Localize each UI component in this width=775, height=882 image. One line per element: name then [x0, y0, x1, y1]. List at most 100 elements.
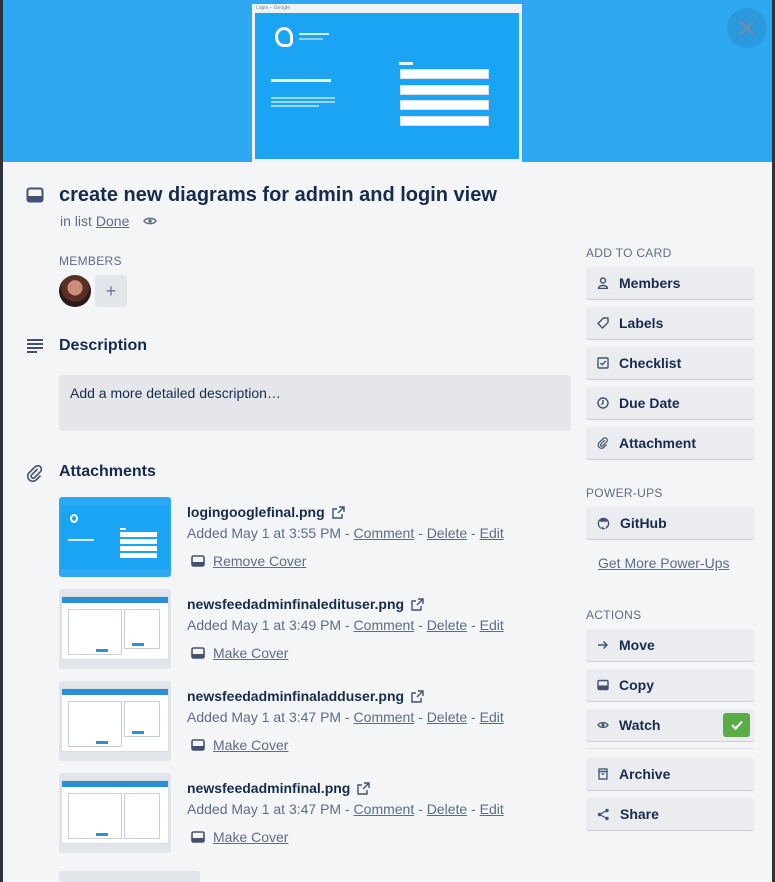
thumbnail-panel: [68, 701, 122, 747]
attachment-name[interactable]: newsfeedadminfinaladduser.png: [187, 688, 424, 704]
external-link-icon[interactable]: [411, 689, 424, 703]
paperclip-icon: [26, 464, 44, 482]
separator: -: [344, 525, 350, 541]
cover-action-label[interactable]: Remove Cover: [213, 553, 306, 569]
in-list-label: in list: [60, 213, 92, 229]
separator: -: [471, 709, 476, 725]
attachment-item: newsfeedadminfinaladduser.png Added May …: [59, 681, 579, 763]
text-line: [271, 105, 319, 107]
delete-link[interactable]: Delete: [427, 525, 467, 541]
attachment-item: logingooglefinal.png Added May 1 at 3:55…: [59, 497, 579, 579]
sidebar-watch-button[interactable]: Watch: [586, 709, 754, 741]
delete-link[interactable]: Delete: [427, 709, 467, 725]
cover-action-label[interactable]: Make Cover: [213, 737, 288, 753]
separator: -: [418, 709, 423, 725]
sidebar-button-label: Due Date: [619, 395, 680, 411]
attachment-thumbnail[interactable]: [59, 681, 171, 761]
edit-link[interactable]: Edit: [480, 525, 504, 541]
watching-check-icon: [723, 713, 750, 737]
cover-action-label[interactable]: Make Cover: [213, 645, 288, 661]
divider: [586, 748, 754, 749]
cover-image-tab-title: Login – Google: [256, 5, 290, 11]
attachment-thumbnail[interactable]: [59, 497, 171, 577]
sidebar-checklist-button[interactable]: Checklist: [586, 347, 754, 379]
field-mock: [120, 539, 157, 544]
members-label: MEMBERS: [59, 254, 122, 268]
card-icon: [191, 647, 205, 659]
comment-link[interactable]: Comment: [354, 525, 415, 541]
remove-cover-button[interactable]: Remove Cover: [191, 553, 306, 569]
separator: -: [418, 617, 423, 633]
close-button[interactable]: [727, 8, 767, 48]
sidebar-button-label: Labels: [619, 315, 664, 331]
attachment-name[interactable]: logingooglefinal.png: [187, 504, 345, 520]
add-member-button[interactable]: +: [95, 275, 127, 307]
external-link-icon[interactable]: [331, 505, 345, 519]
edit-link[interactable]: Edit: [480, 617, 504, 633]
external-link-icon[interactable]: [411, 597, 424, 611]
separator: -: [344, 801, 350, 817]
attachment-meta: Added May 1 at 3:47 PM - Comment - Delet…: [187, 801, 504, 817]
eye-icon: [143, 216, 158, 226]
thumbnail-panel: [68, 609, 122, 655]
thumbnail-button: [96, 833, 108, 836]
text-line: [271, 97, 335, 99]
sidebar-github-button[interactable]: GitHub: [586, 507, 754, 539]
edit-link[interactable]: Edit: [480, 709, 504, 725]
power-ups-label: POWER-UPS: [586, 486, 663, 500]
make-cover-button[interactable]: Make Cover: [191, 829, 288, 845]
comment-link[interactable]: Comment: [354, 617, 415, 633]
sidebar-button-label: Archive: [619, 766, 671, 782]
sidebar-attachment-button[interactable]: Attachment: [586, 427, 754, 459]
sidebar-button-label: Move: [619, 637, 655, 653]
comment-link[interactable]: Comment: [354, 709, 415, 725]
github-icon: [597, 517, 610, 530]
google-login-button-mock: [400, 116, 489, 126]
card-icon: [191, 831, 205, 843]
attachment-thumbnail[interactable]: [59, 589, 171, 669]
attachment-thumbnail[interactable]: [59, 773, 171, 853]
attachment-meta: Added May 1 at 3:55 PM - Comment - Delet…: [187, 525, 504, 541]
attachment-name-text[interactable]: newsfeedadminfinaledituser.png: [187, 596, 404, 612]
get-more-power-ups-link[interactable]: Get More Power-Ups: [598, 555, 729, 571]
attachment-name-text[interactable]: newsfeedadminfinaladduser.png: [187, 688, 404, 704]
sidebar-due-date-button[interactable]: Due Date: [586, 387, 754, 419]
sidebar-button-label: GitHub: [620, 515, 667, 531]
cover-action-label[interactable]: Make Cover: [213, 829, 288, 845]
make-cover-button[interactable]: Make Cover: [191, 645, 288, 661]
attachment-name-text[interactable]: logingooglefinal.png: [187, 504, 325, 520]
attachment-name[interactable]: newsfeedadminfinaledituser.png: [187, 596, 424, 612]
thumbnail-header-bar: [62, 597, 168, 603]
sidebar-archive-button[interactable]: Archive: [586, 758, 754, 790]
sidebar-move-button[interactable]: Move: [586, 629, 754, 661]
sidebar-button-label: Copy: [619, 677, 654, 693]
avatar[interactable]: [59, 275, 91, 307]
list-name-link[interactable]: Done: [96, 213, 129, 229]
sidebar-button-label: Members: [619, 275, 681, 291]
welcome-text-line: [271, 79, 331, 82]
card-icon: [597, 679, 609, 691]
sidebar-button-label: Share: [620, 806, 659, 822]
separator: -: [418, 525, 423, 541]
card-icon: [191, 555, 205, 567]
comment-link[interactable]: Comment: [354, 801, 415, 817]
delete-link[interactable]: Delete: [427, 801, 467, 817]
cover-image[interactable]: Login – Google: [252, 4, 522, 162]
make-cover-button[interactable]: Make Cover: [191, 737, 288, 753]
edit-link[interactable]: Edit: [480, 801, 504, 817]
add-attachment-button[interactable]: [59, 871, 200, 882]
attachment-name-text[interactable]: newsfeedadminfinal.png: [187, 780, 350, 796]
field-mock: [120, 553, 157, 558]
sidebar-copy-button[interactable]: Copy: [586, 669, 754, 701]
share-icon: [597, 808, 610, 821]
external-link-icon[interactable]: [357, 781, 371, 795]
delete-link[interactable]: Delete: [427, 617, 467, 633]
thumbnail-button: [96, 741, 108, 744]
eye-icon: [597, 720, 609, 730]
attachment-name[interactable]: newsfeedadminfinal.png: [187, 780, 371, 796]
description-input[interactable]: Add a more detailed description…: [59, 375, 571, 431]
sidebar-share-button[interactable]: Share: [586, 798, 754, 830]
sidebar-labels-button[interactable]: Labels: [586, 307, 754, 339]
sidebar-members-button[interactable]: Members: [586, 267, 754, 299]
card-title[interactable]: create new diagrams for admin and login …: [59, 184, 497, 207]
